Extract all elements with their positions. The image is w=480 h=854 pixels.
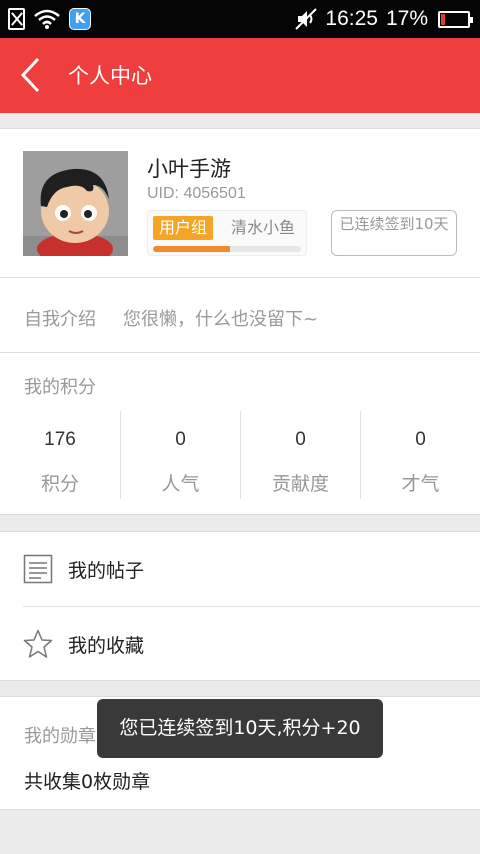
stat-contribution: 0 贡献度: [240, 411, 360, 499]
star-icon: [23, 629, 53, 658]
group-name: 清水小鱼: [231, 218, 296, 237]
username: 小叶手游: [147, 157, 231, 181]
stat-label: 才气: [401, 473, 440, 495]
stat-value: 0: [175, 429, 186, 450]
chevron-left-icon[interactable]: [18, 56, 44, 94]
self-intro-text: 您很懒，什么也没留下~: [123, 309, 319, 330]
medals-title: 我的勋章: [24, 726, 96, 747]
stat-value: 176: [44, 429, 76, 450]
points-section: 我的积分 176 积分 0 人气 0 贡献度 0 才气: [0, 353, 480, 515]
stat-value: 0: [415, 429, 426, 450]
menu-item-my-posts[interactable]: 我的帖子: [0, 532, 480, 606]
battery-percent: 17%: [385, 7, 428, 30]
stat-popularity: 0 人气: [120, 411, 240, 499]
menu-item-label: 我的帖子: [68, 560, 145, 582]
document-icon: [23, 554, 53, 584]
stat-label: 贡献度: [271, 473, 329, 495]
menu-item-label: 我的收藏: [68, 635, 145, 657]
mute-icon: [295, 8, 318, 30]
page-title: 个人中心: [68, 64, 152, 88]
group-progress-bar: [153, 246, 301, 252]
avatar[interactable]: [23, 151, 128, 256]
stat-label: 人气: [161, 473, 200, 495]
self-intro-row[interactable]: 自我介绍 您很懒，什么也没留下~: [0, 278, 480, 353]
battery-level: [441, 13, 445, 25]
title-bar: 个人中心: [0, 38, 480, 113]
wifi-icon: [34, 9, 60, 29]
sim-missing-icon: [8, 8, 25, 30]
k-app-icon: K: [69, 8, 91, 30]
points-title: 我的积分: [24, 377, 96, 398]
group-progress-fill: [153, 246, 230, 252]
stat-points: 176 积分: [0, 411, 120, 499]
status-bar-left: K: [8, 6, 91, 32]
self-intro-label: 自我介绍: [24, 309, 96, 330]
stat-label: 积分: [40, 473, 79, 495]
status-bar-right: 16:25 17%: [295, 6, 473, 32]
medals-count: 共收集0枚勋章: [24, 771, 151, 793]
toast-message: 您已连续签到10天,积分+20: [97, 699, 383, 758]
user-id: UID: 4056501: [147, 185, 246, 202]
checkin-button[interactable]: 已连续签到10天: [331, 210, 457, 256]
menu-list: 我的帖子 我的收藏: [0, 531, 480, 681]
group-tag: 用户组: [153, 216, 214, 240]
avatar-illustration: [23, 151, 128, 256]
menu-item-my-favorites[interactable]: 我的收藏: [23, 606, 480, 680]
user-group-badge: 用户组 清水小鱼: [147, 210, 307, 256]
profile-card: 小叶手游 UID: 4056501 用户组 清水小鱼 已连续签到10天: [0, 128, 480, 278]
battery-icon: [438, 10, 473, 28]
stat-talent: 0 才气: [360, 411, 480, 499]
clock: 16:25: [325, 7, 378, 30]
status-bar: K 16:25 17%: [0, 0, 480, 38]
stat-value: 0: [295, 429, 306, 450]
